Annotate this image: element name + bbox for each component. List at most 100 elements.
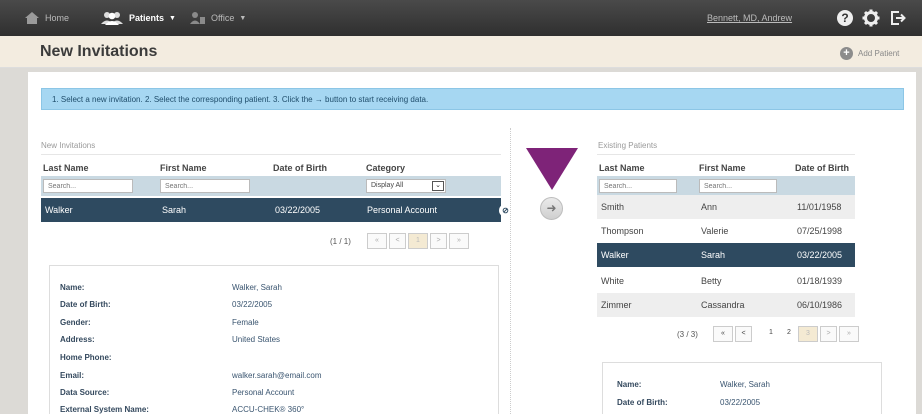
chevron-down-icon: ▼ <box>239 14 247 22</box>
detail-gender: Female <box>232 318 259 327</box>
cell-last-name: Thompson <box>601 226 644 236</box>
detail-name: Walker, Sarah <box>232 283 282 292</box>
last-page-button[interactable]: » <box>449 233 469 249</box>
col-category[interactable]: Category <box>366 163 405 173</box>
instructions-bar: 1. Select a new invitation. 2. Select th… <box>41 88 904 110</box>
cell-last-name: Smith <box>601 202 625 212</box>
table-row[interactable]: Smith Ann 11/01/1958 <box>597 195 855 219</box>
top-nav-bar: Home Patients ▼ Office ▼ Bennett, MD, An… <box>0 0 922 36</box>
detail-dob: 03/22/2005 <box>232 300 273 309</box>
page-2-button[interactable]: 2 <box>781 326 797 342</box>
last-page-button[interactable]: » <box>839 326 859 342</box>
first-page-button[interactable]: « <box>367 233 387 249</box>
cell-first-name: Ann <box>701 202 718 212</box>
nav-patients-label: Patients <box>129 13 165 23</box>
nav-office-label: Office <box>211 13 235 23</box>
cell-dob: 06/10/1986 <box>797 300 843 310</box>
existing-page-count: (3 / 3) <box>677 330 698 339</box>
add-patient-button[interactable]: + Add Patient <box>840 47 899 60</box>
detail-label-name: Name: <box>617 380 642 389</box>
help-icon[interactable]: ? <box>835 8 855 28</box>
arrow-right-button[interactable]: ➜ <box>540 197 563 220</box>
cell-category: Personal Account <box>367 205 438 215</box>
cell-first-name: Sarah <box>162 205 187 215</box>
cell-last-name: White <box>601 276 625 286</box>
nav-home-label: Home <box>45 13 70 23</box>
cell-dob: 01/18/1939 <box>797 276 843 286</box>
page-1-button[interactable]: 1 <box>763 326 779 342</box>
nav-patients[interactable]: Patients ▼ <box>100 0 176 36</box>
search-last-name-input[interactable] <box>599 179 677 193</box>
detail-source: Personal Account <box>232 388 295 397</box>
detail-label-dob: Date of Birth: <box>617 398 668 407</box>
column-divider <box>510 128 511 414</box>
cell-dob: 03/22/2005 <box>275 205 321 215</box>
detail-dob: 03/22/2005 <box>720 398 761 407</box>
category-select[interactable]: Display All ⌄ <box>366 179 446 193</box>
detail-email: walker.sarah@email.com <box>232 371 322 380</box>
gear-icon[interactable] <box>861 8 881 28</box>
category-select-value: Display All <box>371 182 404 189</box>
col-first-name[interactable]: First Name <box>699 163 746 173</box>
divider <box>41 154 501 155</box>
pointer-triangle-icon <box>526 148 578 190</box>
next-page-button[interactable]: > <box>820 326 837 342</box>
detail-label-external: External System Name: <box>60 405 149 414</box>
title-bar: New Invitations + Add Patient <box>0 36 922 68</box>
col-last-name[interactable]: Last Name <box>43 163 89 173</box>
table-row[interactable]: Walker Sarah 03/22/2005 <box>597 243 855 267</box>
search-first-name-input[interactable] <box>699 179 777 193</box>
invitations-page-count: (1 / 1) <box>330 237 351 246</box>
prev-page-button[interactable]: < <box>735 326 752 342</box>
existing-section-title: Existing Patients <box>598 141 658 150</box>
page-3-button[interactable]: 3 <box>798 326 818 342</box>
col-first-name[interactable]: First Name <box>160 163 207 173</box>
cell-dob: 03/22/2005 <box>797 250 843 260</box>
cell-dob: 07/25/1998 <box>797 226 843 236</box>
cell-dob: 11/01/1958 <box>797 202 842 212</box>
detail-name: Walker, Sarah <box>720 380 770 389</box>
plus-icon: + <box>840 47 853 60</box>
table-row[interactable]: Zimmer Cassandra 06/10/1986 <box>597 293 855 317</box>
office-icon <box>190 11 206 25</box>
cell-first-name: Cassandra <box>701 300 745 310</box>
col-last-name[interactable]: Last Name <box>599 163 645 173</box>
user-link[interactable]: Bennett, MD, Andrew <box>707 13 792 23</box>
cell-first-name: Sarah <box>701 250 726 260</box>
chevron-down-icon: ▼ <box>169 14 176 22</box>
svg-text:?: ? <box>841 11 848 25</box>
next-page-button[interactable]: > <box>430 233 447 249</box>
col-dob[interactable]: Date of Birth <box>795 163 849 173</box>
table-row[interactable]: Thompson Valerie 07/25/1998 <box>597 219 855 243</box>
detail-label-email: Email: <box>60 371 85 380</box>
nav-office[interactable]: Office ▼ <box>190 0 246 36</box>
prev-page-button[interactable]: < <box>389 233 406 249</box>
detail-label-gender: Gender: <box>60 318 91 327</box>
cell-first-name: Betty <box>701 276 722 286</box>
cell-last-name: Walker <box>601 250 629 260</box>
detail-label-source: Data Source: <box>60 388 110 397</box>
add-patient-label: Add Patient <box>858 49 900 58</box>
cell-last-name: Walker <box>45 205 73 215</box>
first-page-button[interactable]: « <box>713 326 733 342</box>
cell-last-name: Zimmer <box>601 300 632 310</box>
cell-first-name: Valerie <box>701 226 729 236</box>
detail-address: United States <box>232 335 281 344</box>
home-icon <box>24 11 40 25</box>
invitations-section-title: New Invitations <box>41 141 96 150</box>
logout-icon[interactable] <box>888 8 908 28</box>
col-dob[interactable]: Date of Birth <box>273 163 327 173</box>
page-title: New Invitations <box>40 43 158 60</box>
detail-label-name: Name: <box>60 283 85 292</box>
table-row[interactable]: White Betty 01/18/1939 <box>597 269 855 293</box>
search-first-name-input[interactable] <box>160 179 250 193</box>
nav-home[interactable]: Home <box>24 0 69 36</box>
page-1-button[interactable]: 1 <box>408 233 428 249</box>
search-last-name-input[interactable] <box>43 179 133 193</box>
detail-external: ACCU-CHEK® 360° <box>232 405 305 414</box>
chevron-down-icon: ⌄ <box>432 181 444 191</box>
table-row[interactable]: Walker Sarah 03/22/2005 Personal Account… <box>41 198 512 222</box>
detail-label-phone: Home Phone: <box>60 353 112 362</box>
detail-label-dob: Date of Birth: <box>60 300 111 309</box>
divider <box>597 154 855 155</box>
